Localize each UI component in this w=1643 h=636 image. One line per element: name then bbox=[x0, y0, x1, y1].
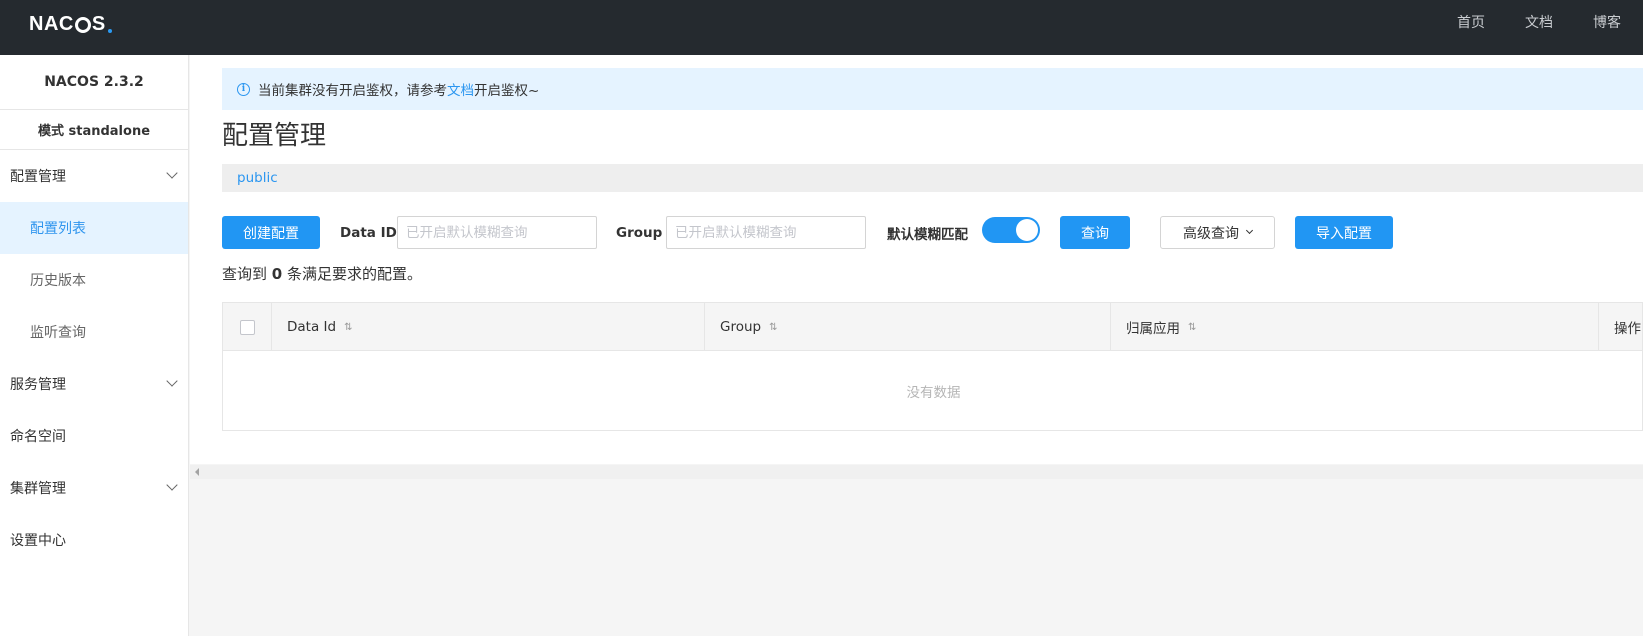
config-table: Data Id ⇅ Group ⇅ 归属应用 ⇅ 操作 没有数据 bbox=[222, 302, 1643, 431]
fuzzy-match-label: 默认模糊匹配 bbox=[887, 226, 968, 243]
sidebar-item-history[interactable]: 历史版本 bbox=[0, 254, 188, 306]
chevron-down-icon bbox=[166, 167, 178, 179]
column-header-app[interactable]: 归属应用 ⇅ bbox=[1111, 303, 1599, 351]
namespace-bar: public bbox=[222, 164, 1643, 192]
advanced-query-button[interactable]: 高级查询 bbox=[1160, 216, 1275, 249]
docs-link[interactable]: 文档 bbox=[447, 79, 474, 99]
empty-state: 没有数据 bbox=[906, 385, 961, 401]
sidebar-item-listener-query[interactable]: 监听查询 bbox=[0, 306, 188, 358]
chevron-down-icon bbox=[166, 375, 178, 387]
column-header-group[interactable]: Group ⇅ bbox=[705, 303, 1111, 351]
sidebar: NACOS 2.3.2 模式 standalone 配置管理 配置列表 历史版本… bbox=[0, 55, 189, 636]
sidebar-item-config-list[interactable]: 配置列表 bbox=[0, 202, 188, 254]
auth-notice: i 当前集群没有开启鉴权，请参考 文档 开启鉴权~ bbox=[222, 68, 1643, 110]
info-icon: i bbox=[237, 82, 250, 96]
result-summary: 查询到 0 条满足要求的配置。 bbox=[222, 265, 423, 283]
group-label: Group bbox=[616, 224, 663, 241]
page-title: 配置管理 bbox=[222, 121, 327, 151]
sort-icon[interactable]: ⇅ bbox=[344, 322, 353, 333]
namespace-public[interactable]: public bbox=[237, 170, 278, 186]
version-label: NACOS 2.3.2 bbox=[0, 55, 188, 110]
sidebar-item-namespace[interactable]: 命名空间 bbox=[0, 410, 188, 462]
nacos-logo[interactable]: NAC S bbox=[29, 12, 112, 36]
sidebar-item-cluster-management[interactable]: 集群管理 bbox=[0, 462, 188, 514]
chevron-down-icon bbox=[166, 479, 178, 491]
chevron-down-icon bbox=[1245, 226, 1254, 235]
sidebar-item-settings[interactable]: 设置中心 bbox=[0, 514, 188, 566]
table-header: Data Id ⇅ Group ⇅ 归属应用 ⇅ 操作 bbox=[223, 303, 1642, 351]
import-config-button[interactable]: 导入配置 bbox=[1295, 216, 1393, 249]
top-navigation-bar: NAC S 首页 文档 博客 bbox=[0, 0, 1643, 55]
main-content: i 当前集群没有开启鉴权，请参考 文档 开启鉴权~ 配置管理 public 创建配置… bbox=[190, 55, 1643, 464]
query-button[interactable]: 查询 bbox=[1060, 216, 1130, 249]
create-config-button[interactable]: 创建配置 bbox=[222, 216, 320, 249]
column-header-actions: 操作 bbox=[1614, 321, 1641, 337]
sort-icon[interactable]: ⇅ bbox=[769, 322, 778, 333]
sidebar-item-service-management[interactable]: 服务管理 bbox=[0, 358, 188, 410]
select-all-cell bbox=[223, 303, 272, 351]
select-all-checkbox[interactable] bbox=[239, 319, 255, 335]
group-input[interactable] bbox=[666, 216, 866, 249]
dataid-label: Data ID bbox=[340, 224, 397, 241]
sidebar-item-config-management[interactable]: 配置管理 bbox=[0, 150, 188, 202]
horizontal-scrollbar[interactable] bbox=[190, 465, 1643, 479]
nav-blog-link[interactable]: 博客 bbox=[1593, 12, 1621, 32]
scroll-left-icon[interactable] bbox=[195, 468, 199, 476]
mode-label: 模式 standalone bbox=[0, 110, 188, 150]
sort-icon[interactable]: ⇅ bbox=[1188, 322, 1197, 333]
query-toolbar: 创建配置 Data ID Group 默认模糊匹配 查询 高级查询 导入配置 bbox=[222, 216, 1643, 249]
fuzzy-match-toggle[interactable] bbox=[982, 217, 1040, 243]
result-count: 0 bbox=[271, 265, 283, 283]
nav-docs-link[interactable]: 文档 bbox=[1525, 12, 1553, 32]
column-header-dataid[interactable]: Data Id ⇅ bbox=[272, 303, 705, 351]
dataid-input[interactable] bbox=[397, 216, 597, 249]
nav-home-link[interactable]: 首页 bbox=[1457, 12, 1485, 32]
